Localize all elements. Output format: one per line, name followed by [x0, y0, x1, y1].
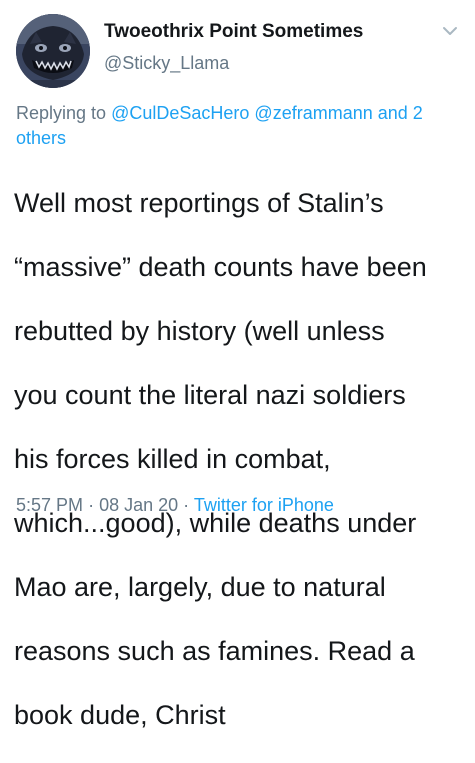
tweet-text: Well most reportings of Stalin’s “massiv… — [14, 155, 469, 763]
tweet-time[interactable]: 5:57 PM — [16, 495, 83, 515]
tweet-source-link[interactable]: Twitter for iPhone — [194, 495, 334, 515]
tweet-text-line: Well most reportings of Stalin’s — [14, 188, 384, 218]
replying-to-label: Replying to — [16, 103, 107, 123]
tweet-text-line: “massive” death counts have been — [14, 252, 427, 282]
mention-link[interactable]: @zeframmann — [254, 103, 372, 123]
separator: · — [88, 495, 95, 515]
tweet-date[interactable]: 08 Jan 20 — [99, 495, 178, 515]
tweet-text-line: you count the literal nazi soldiers — [14, 380, 406, 410]
tweet-card: Twoeothrix Point Sometimes @Sticky_Llama… — [0, 0, 475, 730]
tweet-text-line: Mao are, largely, due to natural — [14, 572, 386, 602]
separator: · — [183, 495, 190, 515]
chevron-down-icon[interactable] — [440, 24, 460, 38]
avatar[interactable] — [16, 14, 90, 88]
display-name[interactable]: Twoeothrix Point Sometimes — [104, 20, 363, 44]
tweet-metadata: 5:57 PM · 08 Jan 20 · Twitter for iPhone — [16, 494, 334, 516]
replying-to: Replying to @CulDeSacHero @zeframmann an… — [16, 101, 466, 151]
tweet-text-line: book dude, Christ — [14, 700, 226, 730]
tweet-text-line: rebutted by history (well unless — [14, 316, 385, 346]
monster-avatar-icon — [16, 14, 90, 88]
tweet-text-line: his forces killed in combat, — [14, 444, 331, 474]
tweet-text-line: reasons such as famines. Read a — [14, 636, 415, 666]
mention-link[interactable]: @CulDeSacHero — [111, 103, 249, 123]
user-handle[interactable]: @Sticky_Llama — [104, 52, 363, 74]
author-block: Twoeothrix Point Sometimes @Sticky_Llama — [104, 20, 363, 74]
